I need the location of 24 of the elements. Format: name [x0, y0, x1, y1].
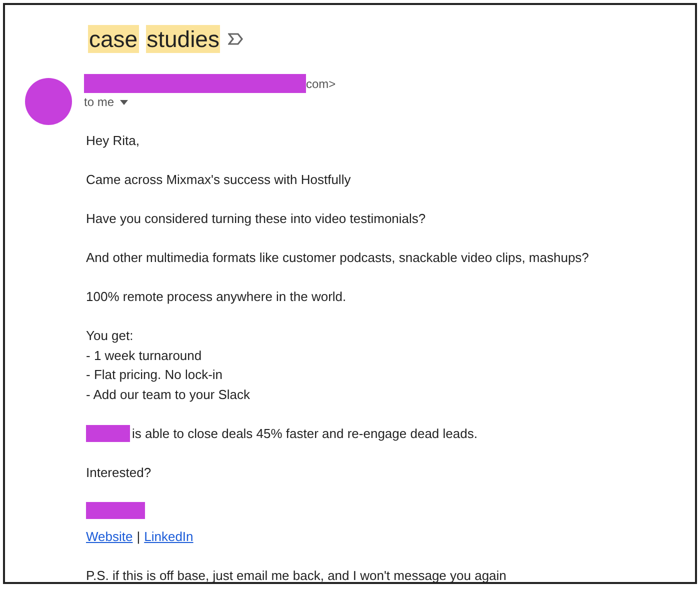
body-text: 100% remote process anywhere in the world. [86, 288, 348, 306]
label-tag-icon[interactable] [228, 33, 244, 45]
body-text: - 1 week turnaround [86, 346, 203, 364]
body-text: You get: [86, 327, 134, 345]
subject-word: studies [146, 25, 220, 53]
body-text: - Flat pricing. No lock-in [86, 366, 224, 384]
body-text: Interested? [86, 464, 152, 482]
subject-word: case [88, 25, 139, 53]
body-text: Hey Rita, [86, 132, 140, 150]
body-text: - Add our team to your Slack [86, 386, 252, 404]
recipient-label: to me [84, 95, 114, 109]
body-text: Have you considered turning these into video testimonials? [86, 210, 427, 228]
link-separator: | [136, 528, 140, 546]
sender-address: com> [306, 76, 336, 90]
body-text: And other multimedia formats like customer podcasts, snackable video clips, mashups? [86, 249, 590, 267]
website-link[interactable]: Website [86, 526, 133, 546]
body-text: Came across Mixmax's success with Hostfully [86, 171, 352, 189]
redaction-bar [86, 502, 145, 518]
body-text: P.S. if this is off base, just email me back, and I won't message you again [86, 566, 508, 582]
linkedin-link[interactable]: LinkedIn [144, 526, 194, 546]
redaction-bar [86, 424, 130, 442]
body-text: is able to close deals 45% faster and re-engage dead leads. [132, 424, 478, 443]
avatar [25, 78, 72, 125]
caret-icon[interactable] [120, 100, 128, 104]
